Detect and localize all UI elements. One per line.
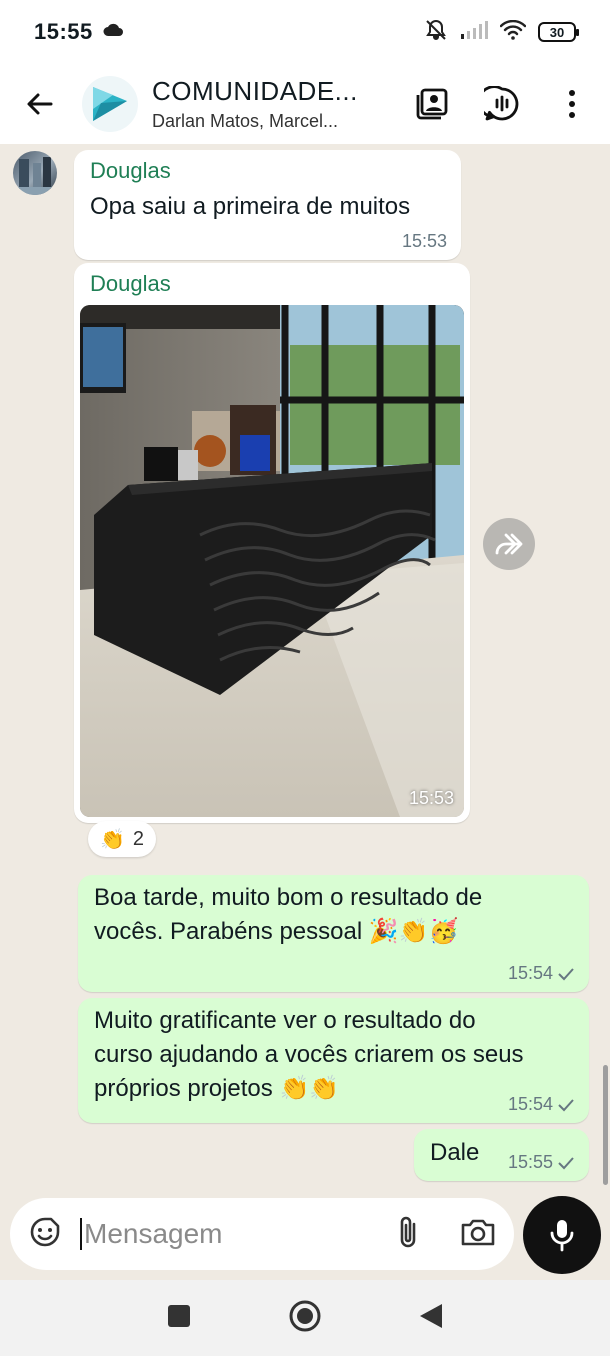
bell-muted-icon — [424, 18, 448, 47]
chat-title: COMUNIDADE... — [152, 76, 358, 106]
chat-header: COMUNIDADE... Darlan Matos, Marcel... — [0, 64, 610, 144]
message-text-line: Muito gratificante ver o resultado do — [94, 1007, 476, 1034]
message-text: Dale — [430, 1139, 480, 1166]
message-time: 15:54 — [508, 1094, 575, 1115]
camera-icon[interactable] — [460, 1217, 496, 1252]
sender-name[interactable]: Douglas — [90, 271, 171, 297]
clapping-emoji-icons: 👏👏 — [279, 1075, 340, 1102]
group-avatar[interactable] — [82, 76, 138, 132]
message-list[interactable]: Douglas Opa saiu a primeira de muitos 15… — [0, 144, 610, 1196]
recent-apps-icon[interactable] — [166, 1303, 192, 1334]
more-options-icon[interactable] — [552, 84, 592, 124]
message-text-line: curso ajudando a vocês criarem os seus — [94, 1041, 524, 1068]
sender-name[interactable]: Douglas — [90, 158, 171, 184]
signal-icon — [460, 20, 488, 45]
wifi-icon — [499, 19, 527, 45]
attach-icon[interactable] — [396, 1214, 420, 1255]
message-time: 15:55 — [508, 1152, 575, 1173]
scrollbar[interactable] — [603, 1065, 608, 1185]
message-text-line: Boa tarde, muito bom o resultado de — [94, 884, 483, 911]
chat-participants: Darlan Matos, Marcel... — [152, 111, 339, 131]
message-input[interactable] — [80, 1218, 360, 1250]
message-text-line: vocês. Parabéns pessoal — [94, 918, 363, 945]
sticker-icon[interactable] — [28, 1215, 62, 1254]
microphone-button[interactable] — [523, 1196, 601, 1274]
system-navigation-bar — [0, 1280, 610, 1356]
back-nav-icon[interactable] — [418, 1302, 444, 1335]
composer — [0, 1196, 610, 1280]
photo-time: 15:53 — [408, 788, 454, 808]
message-time: 15:53 — [401, 231, 447, 251]
sent-check-icon — [558, 1156, 574, 1169]
home-icon[interactable] — [288, 1299, 322, 1338]
outgoing-message[interactable]: Muito gratificante ver o resultado do cu… — [78, 998, 589, 1123]
cloud-icon — [103, 23, 123, 42]
gallery-icon[interactable] — [412, 84, 452, 124]
sent-check-icon — [558, 967, 574, 980]
battery-icon: 30 — [538, 22, 579, 42]
microphone-icon — [550, 1220, 574, 1252]
incoming-image-message[interactable]: Douglas 15:53 — [74, 263, 470, 823]
message-time: 15:54 — [508, 963, 575, 984]
chat-title-block[interactable]: COMUNIDADE... Darlan Matos, Marcel... — [152, 76, 382, 132]
voice-chat-icon[interactable] — [482, 84, 522, 124]
forward-icon[interactable] — [483, 518, 535, 570]
party-emoji-icons: 🎉👏🥳 — [368, 918, 459, 945]
reaction-badge[interactable]: 👏 2 — [88, 821, 157, 857]
status-time: 15:55 — [34, 19, 93, 44]
outgoing-message[interactable]: Boa tarde, muito bom o resultado de você… — [78, 875, 589, 992]
sent-check-icon — [558, 1098, 574, 1111]
shared-photo[interactable]: 15:53 — [80, 305, 464, 817]
sender-avatar[interactable] — [13, 151, 57, 195]
message-text-line: próprios projetos — [94, 1075, 273, 1102]
back-arrow-icon[interactable] — [18, 82, 62, 126]
outgoing-message[interactable]: Dale 15:55 — [414, 1129, 589, 1181]
incoming-message[interactable]: Douglas Opa saiu a primeira de muitos 15… — [74, 150, 461, 260]
status-bar: 15:55 30 — [0, 0, 610, 64]
clapping-hands-emoji-icon: 👏 — [100, 828, 125, 851]
message-text: Opa saiu a primeira de muitos — [90, 193, 411, 220]
message-input-container[interactable] — [10, 1198, 514, 1270]
reaction-count: 2 — [132, 827, 145, 850]
